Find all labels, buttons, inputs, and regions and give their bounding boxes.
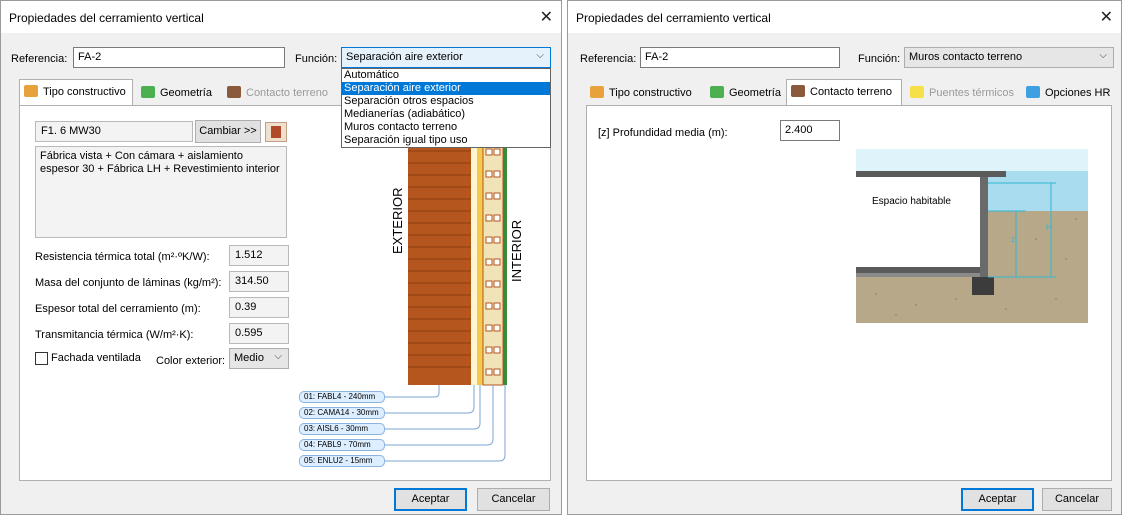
geometry-icon: [710, 86, 724, 98]
aceptar-button[interactable]: Aceptar: [394, 488, 467, 511]
tab-label: Geometría: [729, 87, 781, 99]
prop-value: 0.595: [229, 323, 289, 344]
dropdown-option-selected[interactable]: Separación aire exterior: [342, 82, 550, 95]
color-select-value: Medio: [234, 352, 264, 364]
dim-z-label: z: [1011, 235, 1015, 244]
tab-label: Tipo constructivo: [609, 87, 692, 99]
layer-revestimiento: [503, 141, 507, 385]
geometry-icon: [141, 86, 155, 98]
prop-label: Espesor total del cerramiento (m):: [35, 303, 201, 315]
tab-strip: Tipo constructivo Geometría Contacto ter…: [19, 79, 349, 105]
color-select[interactable]: Medio ⌵: [229, 348, 289, 369]
layer-tag[interactable]: 03: AISL6 - 30mm: [299, 423, 385, 435]
tab-label: Puentes térmicos: [929, 87, 1014, 99]
humidity-icon: [1026, 86, 1040, 98]
tab-label: Contacto terreno: [246, 87, 328, 99]
layer-brick: [408, 141, 471, 385]
referencia-input[interactable]: FA-2: [73, 47, 285, 68]
layer-camara: [471, 141, 477, 385]
exterior-label: EXTERIOR: [390, 187, 405, 254]
layers-icon: [24, 85, 38, 97]
tab-geometria[interactable]: Geometría: [706, 81, 786, 105]
tab-contacto-terreno[interactable]: Contacto terreno: [786, 79, 902, 105]
dropdown-option[interactable]: Separación igual tipo uso: [342, 134, 550, 147]
color-label: Color exterior:: [156, 355, 226, 367]
espacio-habitable-label: Espacio habitable: [872, 196, 951, 207]
dialog-title: Propiedades del cerramiento vertical: [9, 11, 204, 25]
close-icon[interactable]: ✕: [1100, 7, 1113, 27]
fachada-label: Fachada ventilada: [51, 352, 141, 364]
title-bar: Propiedades del cerramiento vertical ✕: [1, 1, 561, 33]
tab-label: Contacto terreno: [810, 86, 892, 98]
layer-tag[interactable]: 02: CAMA14 - 30mm: [299, 407, 385, 419]
layer-tag[interactable]: 05: ENLU2 - 15mm: [299, 455, 385, 467]
chevron-down-icon[interactable]: ⌵: [1099, 50, 1107, 61]
funcion-label: Función:: [295, 53, 338, 65]
funcion-select[interactable]: Muros contacto terreno ⌵: [904, 47, 1114, 68]
leader-lines: [381, 385, 506, 462]
funcion-select[interactable]: Separación aire exterior ⌵: [341, 47, 551, 68]
tab-tipo-constructivo[interactable]: Tipo constructivo: [586, 81, 702, 105]
dropdown-option[interactable]: Muros contacto terreno: [342, 121, 550, 134]
fachada-checkbox[interactable]: [35, 352, 48, 365]
funcion-select-value: Muros contacto terreno: [909, 51, 1023, 63]
construction-description: Fábrica vista + Con cámara + aislamiento…: [35, 146, 287, 238]
construction-code: F1. 6 MW30: [35, 121, 193, 142]
sky-top: [856, 149, 1088, 171]
layer-aislamiento: [477, 141, 483, 385]
cambiar-button[interactable]: Cambiar >>: [195, 120, 261, 143]
tab-label: Tipo constructivo: [43, 86, 126, 98]
tab-geometria[interactable]: Geometría: [137, 81, 219, 105]
slab-bottom: [856, 267, 988, 273]
prop-value: 1.512: [229, 245, 289, 266]
basement-wall: [980, 177, 988, 283]
profundidad-input[interactable]: 2.400: [780, 120, 840, 141]
close-icon[interactable]: ✕: [540, 7, 553, 27]
layers-icon: [590, 86, 604, 98]
cancelar-button[interactable]: Cancelar: [1042, 488, 1112, 511]
dropdown-option[interactable]: Medianerías (adiabático): [342, 108, 550, 121]
funcion-label: Función:: [858, 53, 901, 65]
ground-contact-diagram: [856, 149, 1088, 323]
tab-tipo-constructivo[interactable]: Tipo constructivo: [19, 79, 133, 105]
layer-tag[interactable]: 04: FABL9 - 70mm: [299, 439, 385, 451]
referencia-label: Referencia:: [580, 53, 637, 65]
dialog-title: Propiedades del cerramiento vertical: [576, 11, 771, 25]
tab-strip: Tipo constructivo Geometría Contacto ter…: [586, 79, 1116, 105]
tab-puentes-termicos[interactable]: Puentes térmicos: [906, 81, 1018, 105]
ground-icon: [227, 86, 241, 98]
prop-value: 0.39: [229, 297, 289, 318]
chevron-down-icon[interactable]: ⌵: [536, 50, 544, 61]
layer-tag[interactable]: 01: FABL4 - 240mm: [299, 391, 385, 403]
prop-label: Resistencia térmica total (m²·ºK/W):: [35, 251, 210, 263]
prop-label: Transmitancia térmica (W/m²·K):: [35, 329, 194, 341]
prop-label: Masa del conjunto de láminas (kg/m²):: [35, 277, 222, 289]
dropdown-option[interactable]: Separación otros espacios: [342, 95, 550, 108]
thermal-bridge-icon: [910, 86, 924, 98]
dialog-right: Propiedades del cerramiento vertical ✕ R…: [567, 0, 1122, 515]
profundidad-label: [z] Profundidad media (m):: [598, 127, 728, 139]
referencia-label: Referencia:: [11, 53, 68, 65]
title-bar: Propiedades del cerramiento vertical ✕: [568, 1, 1121, 33]
library-icon[interactable]: [265, 122, 287, 142]
tab-label: Opciones HR: [1045, 87, 1111, 99]
prop-value: 314.50: [229, 271, 289, 292]
tab-contacto-terreno[interactable]: Contacto terreno: [223, 81, 353, 105]
footing: [972, 277, 994, 295]
habitable-space: [856, 177, 988, 273]
slab-top: [856, 171, 1006, 177]
interior-label: INTERIOR: [509, 219, 524, 282]
slab-bottom-shade: [856, 273, 988, 277]
referencia-input[interactable]: FA-2: [640, 47, 840, 68]
dropdown-option[interactable]: Automático: [342, 69, 550, 82]
funcion-select-value: Separación aire exterior: [346, 51, 463, 63]
funcion-dropdown-list: Automático Separación aire exterior Sepa…: [341, 68, 551, 148]
tab-label: Geometría: [160, 87, 212, 99]
tab-opciones-hr[interactable]: Opciones HR: [1022, 81, 1116, 105]
dialog-left: Propiedades del cerramiento vertical ✕ R…: [0, 0, 562, 515]
aceptar-button[interactable]: Aceptar: [961, 488, 1034, 511]
ground-icon: [791, 85, 805, 97]
cancelar-button[interactable]: Cancelar: [477, 488, 550, 511]
dim-h-label: H: [1046, 223, 1052, 232]
